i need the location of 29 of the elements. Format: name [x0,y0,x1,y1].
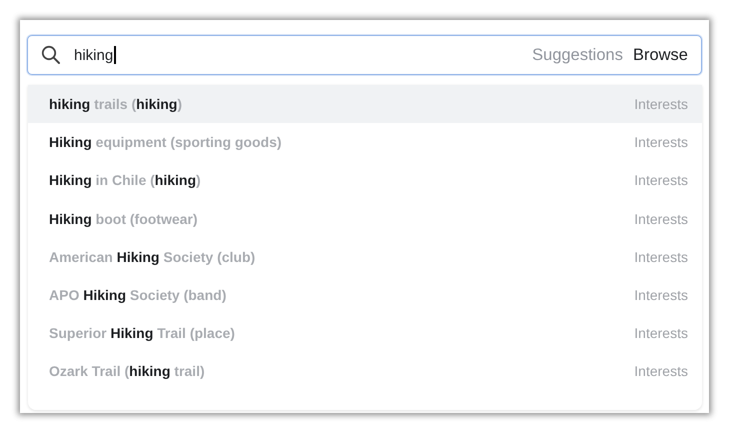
suggestion-item[interactable]: APO Hiking Society (band) Interests [28,276,702,314]
category-label: Interests [634,287,688,304]
suggestion-label: APO Hiking Society (band) [49,287,226,304]
suggestion-label: Hiking boot (footwear) [49,210,198,227]
suggestion-label: Superior Hiking Trail (place) [49,325,235,342]
category-label: Interests [634,134,688,150]
search-icon [41,45,61,65]
suggestion-label: Hiking equipment (sporting goods) [49,134,282,150]
suggestion-label: Hiking in Chile (hiking) [49,172,201,188]
category-label: Interests [634,325,688,342]
tab[interactable]: Browse [632,46,688,64]
suggestion-item[interactable]: Ozark Trail (hiking trail) Interests [28,352,702,390]
suggestion-label: American Hiking Society (club) [49,248,256,265]
category-label: Interests [634,248,688,265]
suggestion-item[interactable]: Hiking in Chile (hiking) Interests [28,161,702,200]
search-field[interactable]: hiking Suggestions Browse [27,35,702,75]
category-label: Interests [634,363,688,380]
category-label: Interests [634,172,688,188]
category-label: Interests [634,210,688,227]
search-value: hiking [74,46,114,64]
suggestion-label: hiking trails (hiking) [49,96,182,112]
suggestion-item[interactable]: Hiking boot (footwear) Interests [28,200,702,238]
text-cursor [114,46,116,64]
suggestion-label: Ozark Trail (hiking trail) [49,363,205,380]
suggestion-item[interactable]: American Hiking Society (club) Interests [28,238,702,276]
suggestion-item[interactable]: Hiking equipment (sporting goods) Interests [28,123,702,162]
suggestion-item[interactable]: Superior Hiking Trail (place) Interests [28,314,702,352]
suggestion-item[interactable]: hiking trails (hiking) Interests [28,85,702,124]
category-label: Interests [634,96,688,112]
